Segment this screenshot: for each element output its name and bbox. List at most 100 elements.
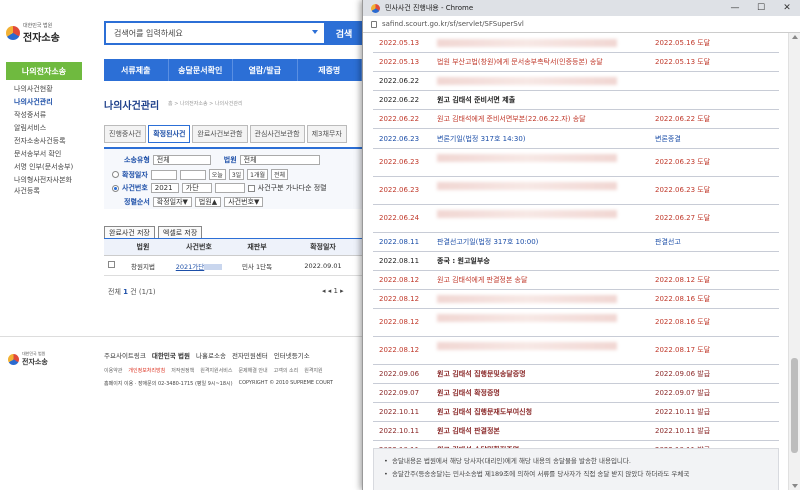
count-suffix: 건 (1/1)	[130, 288, 156, 296]
scrollbar[interactable]	[788, 33, 800, 490]
footer-help[interactable]: 문제해결 안내	[238, 367, 267, 374]
cell-case-no-link[interactable]: 2021가단	[176, 263, 205, 271]
row-date: 2022.06.22	[379, 77, 420, 86]
maximize-icon[interactable]: ☐	[748, 0, 774, 16]
menu-item-case-status[interactable]: 나의사건현황	[6, 83, 82, 96]
date-1month-button[interactable]: 1개월	[247, 169, 269, 180]
date-to-field[interactable]	[179, 169, 206, 180]
case-sort-checkbox[interactable]	[247, 184, 255, 192]
table-row[interactable]: 창원지법 2021가단 민사 1단독 2022.09.01	[104, 256, 362, 276]
tab-interest[interactable]: 관심사건보관함	[249, 125, 305, 143]
sort3-select[interactable]: 사건번호▼	[224, 197, 264, 207]
progress-row: 2022.06.23 2022.06.23 도달	[373, 149, 779, 177]
tab-completed[interactable]: 완료사건보관함	[192, 125, 248, 143]
row-result: 2022.06.22 도달	[655, 115, 711, 124]
cell-dept: 민사 1단독	[241, 262, 273, 271]
tab-confirmed[interactable]: 확정된사건	[148, 125, 191, 143]
site-logo[interactable]: 대한민국 법원 전자소송	[6, 22, 60, 44]
search-input[interactable]: 검색어를 입력하세요	[104, 21, 326, 45]
footer-remote[interactable]: 원격지원서비스	[200, 367, 232, 374]
row-result: 2022.05.13 도달	[655, 58, 711, 67]
date-from-field[interactable]	[150, 169, 177, 180]
nav-check-service[interactable]: 송달문서확인	[169, 59, 233, 81]
row-date: 2022.08.12	[379, 318, 420, 327]
date-radio[interactable]	[112, 171, 119, 178]
row-content: 원고 김태석에게 준비서면부본(22.06.22.자) 송달	[437, 115, 586, 124]
row-date: 2022.05.13	[379, 58, 420, 67]
kind-select[interactable]: 가단	[181, 183, 212, 193]
case-tabs: 진행중사건 확정된사건 완료사건보관함 관심사건보관함 제3채무자	[104, 125, 347, 143]
footer-link-sites[interactable]: 주요사이트링크	[104, 350, 146, 360]
menu-item-case-management[interactable]: 나의사건관리	[6, 96, 82, 109]
scroll-up-icon[interactable]	[792, 35, 798, 39]
menu-item-document-check[interactable]: 문서송부서 확인	[6, 148, 82, 161]
progress-row: 2022.08.11 종국 : 원고일부승	[373, 252, 779, 271]
search-dropdown-icon[interactable]	[312, 30, 318, 34]
progress-row: 2022.06.22 원고 김태석 준비서면 제출	[373, 91, 779, 111]
count-value: 1	[123, 288, 128, 296]
col-case-no: 사건번호	[186, 243, 212, 251]
site-info-icon[interactable]	[371, 20, 377, 28]
row-result: 2022.09.06 발급	[655, 369, 711, 378]
logo-title: 전자소송	[23, 33, 60, 44]
footer-link-registry[interactable]: 인터넷등기소	[274, 350, 310, 360]
date-today-button[interactable]: 오늘	[208, 169, 226, 180]
footer-voice[interactable]: 고객의 소리	[274, 367, 299, 374]
menu-item-drafts[interactable]: 작성중서류	[6, 109, 82, 122]
footer-copyright-policy[interactable]: 저작권정책	[171, 367, 194, 374]
footer-remote-support[interactable]: 원격지원	[304, 367, 322, 374]
nav-submit-documents[interactable]: 서류제출	[104, 59, 169, 81]
date-all-button[interactable]: 전체	[271, 169, 289, 180]
year-select[interactable]: 2021	[150, 183, 179, 193]
nav-view-issue[interactable]: 열람/발급	[233, 59, 298, 81]
address-bar[interactable]: safind.scourt.go.kr/sf/servlet/SFSuperSv…	[363, 16, 800, 33]
menu-item-register-case[interactable]: 전자소송사건등록	[6, 135, 82, 148]
menu-item-criminal-register[interactable]: 나의형사전자사본화 사건등록	[6, 174, 82, 198]
sort1-select[interactable]: 확정일자▼	[152, 197, 192, 207]
row-result: 2022.08.12 도달	[655, 275, 711, 284]
footer-terms[interactable]: 이용약관	[104, 367, 122, 374]
scroll-thumb[interactable]	[791, 358, 798, 453]
row-content: 원고 김태석 준비서면 제출	[437, 96, 516, 105]
case-radio[interactable]	[112, 184, 119, 192]
progress-row: 2022.05.13 2022.05.16 도달	[373, 34, 779, 54]
filter-row-date: 확정일자 오늘 3일 1개월 전체	[112, 169, 289, 180]
pagination[interactable]: ◂ ◂ 1 ▸	[322, 287, 344, 295]
row-date: 2022.06.22	[379, 115, 420, 124]
col-dept: 재판부	[247, 243, 267, 251]
left-menu-header[interactable]: 나의전자소송	[6, 62, 82, 80]
type-select[interactable]: 전체	[152, 155, 211, 165]
nav-certificates[interactable]: 제증명	[298, 59, 362, 81]
cell-court: 창원지법	[131, 262, 155, 271]
progress-row: 2022.06.22	[373, 72, 779, 92]
window-title: 민사사건 진행내용 - Chrome	[385, 4, 474, 12]
row-result: 2022.06.27 도달	[655, 214, 711, 223]
menu-item-alerts[interactable]: 알림서비스	[6, 122, 82, 135]
close-icon[interactable]: ✕	[774, 0, 800, 16]
case-number-field[interactable]	[214, 183, 245, 193]
footer-link-court[interactable]: 대한민국 법원	[152, 350, 190, 360]
row-result: 2022.05.16 도달	[655, 39, 711, 48]
tab-ongoing[interactable]: 진행중사건	[104, 125, 147, 143]
court-select[interactable]: 전체	[239, 155, 320, 165]
date-3day-button[interactable]: 3일	[228, 169, 245, 180]
window-titlebar[interactable]: 민사사건 진행내용 - Chrome — ☐ ✕	[363, 0, 800, 16]
footer-emblem-icon	[8, 353, 19, 365]
sort2-select[interactable]: 법원▲	[194, 197, 222, 207]
footer-link-civil[interactable]: 전자민원센터	[232, 350, 268, 360]
row-checkbox[interactable]	[107, 261, 115, 268]
footer-logo: 대한민국 법원 전자소송	[8, 351, 48, 367]
minimize-icon[interactable]: —	[722, 0, 748, 16]
footer-contact: 홈페이지 이용 · 장애문의 02-3480-1715 (평일 9시~18시) …	[104, 380, 333, 387]
search-button[interactable]: 검색	[326, 21, 362, 45]
footer-link-self[interactable]: 나홀로소송	[196, 350, 226, 360]
row-result: 2022.10.11 발급	[655, 408, 711, 417]
footer-privacy[interactable]: 개인정보처리방침	[128, 367, 165, 374]
scroll-down-icon[interactable]	[792, 484, 798, 488]
col-date: 확정일자	[310, 243, 336, 251]
tab-third-party[interactable]: 제3채무자	[306, 125, 347, 143]
menu-item-sign[interactable]: 서명 인부(문서송부)	[6, 161, 82, 174]
row-content: 변론기일(법정 317호 14:30)	[437, 134, 526, 143]
footer-policy-links: 이용약관 개인정보처리방침 저작권정책 원격지원서비스 문제해결 안내 고객의 …	[104, 367, 323, 374]
footer-copyright: COPYRIGHT © 2010 SUPREME COURT	[238, 380, 333, 386]
